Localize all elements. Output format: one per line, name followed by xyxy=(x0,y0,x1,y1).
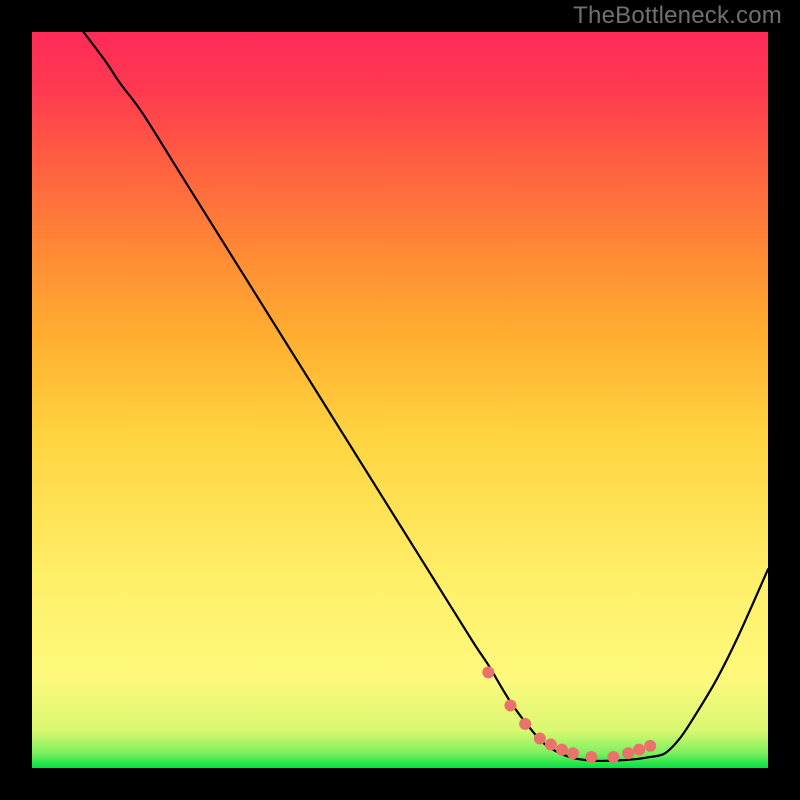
chart-frame: TheBottleneck.com xyxy=(0,0,800,800)
optimal-range-marker xyxy=(622,747,634,759)
optimal-range-marker xyxy=(545,738,557,750)
optimal-range-marker xyxy=(644,740,656,752)
optimal-range-marker xyxy=(567,747,579,759)
optimal-range-marker xyxy=(556,744,568,756)
optimal-range-markers-group xyxy=(482,666,656,763)
optimal-range-marker xyxy=(607,751,619,763)
optimal-range-marker xyxy=(519,718,531,730)
optimal-range-marker xyxy=(504,699,516,711)
optimal-range-marker xyxy=(482,666,494,678)
optimal-range-marker xyxy=(585,751,597,763)
optimal-range-marker xyxy=(534,733,546,745)
watermark-text: TheBottleneck.com xyxy=(573,2,782,30)
bottleneck-curve-path xyxy=(84,32,768,761)
plot-area xyxy=(32,32,768,768)
chart-svg xyxy=(32,32,768,768)
optimal-range-marker xyxy=(633,744,645,756)
